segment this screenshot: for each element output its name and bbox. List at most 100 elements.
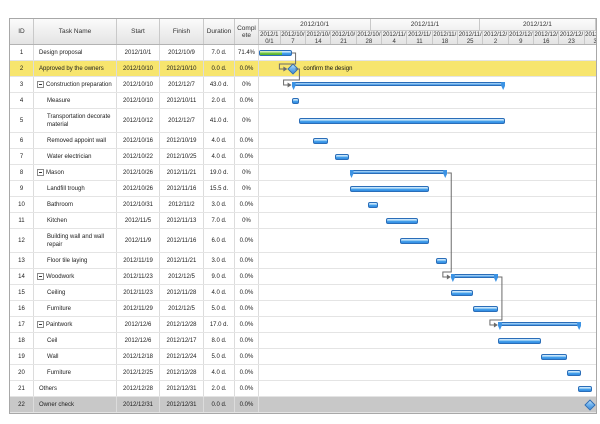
- task-bar[interactable]: [292, 98, 299, 104]
- task-name-cell: Ceiling: [34, 285, 117, 300]
- collapse-icon[interactable]: [37, 273, 44, 280]
- task-complete-cell: 0%: [235, 213, 259, 228]
- task-duration-cell: 7.0 d.: [204, 45, 235, 60]
- task-name-cell: Removed appoint wall: [34, 133, 117, 148]
- task-id-cell: 8: [10, 165, 34, 180]
- task-bar[interactable]: [451, 290, 473, 296]
- task-bar[interactable]: [350, 186, 430, 192]
- timeline-week-cell: 2012/11/25: [458, 31, 483, 44]
- task-row[interactable]: 4Measure2012/10/102012/10/112.0 d.0.0%: [10, 93, 596, 109]
- task-complete-cell: 0.0%: [235, 253, 259, 268]
- task-finish-cell: 2012/12/28: [160, 317, 204, 332]
- task-duration-cell: 5.0 d.: [204, 349, 235, 364]
- task-bar[interactable]: [335, 154, 349, 160]
- task-id-cell: 3: [10, 77, 34, 92]
- task-finish-cell: 2012/11/16: [160, 229, 204, 252]
- task-bar[interactable]: [498, 338, 541, 344]
- task-duration-cell: 2.0 d.: [204, 381, 235, 396]
- task-row[interactable]: 2Approved by the owners2012/10/102012/10…: [10, 61, 596, 77]
- task-row[interactable]: 11Kitchen2012/11/52012/11/137.0 d.0%: [10, 213, 596, 229]
- task-bar[interactable]: [313, 138, 327, 144]
- task-bar[interactable]: [473, 306, 498, 312]
- task-bar[interactable]: [436, 258, 447, 264]
- task-name-cell: Construction preparation: [34, 77, 117, 92]
- task-start-cell: 2012/12/6: [117, 317, 160, 332]
- column-header-complete: Complete: [235, 19, 259, 44]
- task-start-cell: 2012/12/31: [117, 397, 160, 412]
- task-id-cell: 21: [10, 381, 34, 396]
- task-finish-cell: 2012/10/19: [160, 133, 204, 148]
- task-name-label: Landfill trough: [47, 185, 85, 193]
- task-complete-cell: 71.4%: [235, 45, 259, 60]
- chart-row-background: [259, 381, 596, 396]
- task-row[interactable]: 6Removed appoint wall2012/10/162012/10/1…: [10, 133, 596, 149]
- chart-row-background: [259, 133, 596, 148]
- task-complete-cell: 0.0%: [235, 381, 259, 396]
- task-rows: 1Design proposal2012/10/12012/10/97.0 d.…: [10, 45, 596, 413]
- task-bar[interactable]: [400, 238, 429, 244]
- task-finish-cell: 2012/11/21: [160, 165, 204, 180]
- timeline-week-cell: 2012/11/4: [382, 31, 407, 44]
- task-id-cell: 18: [10, 333, 34, 348]
- task-row[interactable]: 20Furniture2012/12/252012/12/284.0 d.0.0…: [10, 365, 596, 381]
- task-row[interactable]: 21Others2012/12/282012/12/312.0 d.0.0%: [10, 381, 596, 397]
- task-row[interactable]: 9Landfill trough2012/10/262012/11/1615.5…: [10, 181, 596, 197]
- timeline-week-cell: 2012/12/30: [585, 31, 596, 44]
- task-duration-cell: 8.0 d.: [204, 333, 235, 348]
- task-finish-cell: 2012/10/25: [160, 149, 204, 164]
- collapse-icon[interactable]: [37, 321, 44, 328]
- task-complete-cell: 0.0%: [235, 397, 259, 412]
- task-bar[interactable]: [386, 218, 419, 224]
- task-start-cell: 2012/11/29: [117, 301, 160, 316]
- task-complete-cell: 0.0%: [235, 285, 259, 300]
- task-complete-cell: 0.0%: [235, 333, 259, 348]
- task-row[interactable]: 16Furniture2012/11/292012/12/55.0 d.0.0%: [10, 301, 596, 317]
- task-name-cell: Measure: [34, 93, 117, 108]
- task-bar[interactable]: [567, 370, 581, 376]
- summary-bar[interactable]: [350, 170, 448, 174]
- task-row[interactable]: 13Floor tile laying2012/11/192012/11/213…: [10, 253, 596, 269]
- summary-bar[interactable]: [498, 322, 581, 326]
- chart-row-background: [259, 61, 596, 76]
- task-row[interactable]: 15Ceiling2012/11/232012/11/284.0 d.0.0%: [10, 285, 596, 301]
- task-bar[interactable]: [368, 202, 379, 208]
- collapse-icon[interactable]: [37, 81, 44, 88]
- task-bar[interactable]: [259, 50, 292, 56]
- task-name-cell: Approved by the owners: [34, 61, 117, 76]
- task-complete-cell: 0.0%: [235, 149, 259, 164]
- task-name-cell: Others: [34, 381, 117, 396]
- task-start-cell: 2012/10/16: [117, 133, 160, 148]
- task-complete-cell: 0.0%: [235, 317, 259, 332]
- column-header-id: ID: [10, 19, 34, 44]
- task-bar[interactable]: [299, 118, 505, 124]
- task-bar[interactable]: [578, 386, 592, 392]
- task-row[interactable]: 1Design proposal2012/10/12012/10/97.0 d.…: [10, 45, 596, 61]
- task-start-cell: 2012/10/31: [117, 197, 160, 212]
- task-name-label: Kitchen: [47, 217, 67, 225]
- task-duration-cell: 4.0 d.: [204, 149, 235, 164]
- summary-bar[interactable]: [292, 82, 506, 86]
- timeline-week-cell: 2012/10/14: [306, 31, 331, 44]
- task-bar[interactable]: [541, 354, 566, 360]
- task-row[interactable]: 8Mason2012/10/262012/11/2119.0 d.0%: [10, 165, 596, 181]
- task-complete-cell: 0.0%: [235, 197, 259, 212]
- summary-bar[interactable]: [451, 274, 498, 278]
- task-duration-cell: 0.0 d.: [204, 397, 235, 412]
- task-row[interactable]: 22Owner check2012/12/312012/12/310.0 d.0…: [10, 397, 596, 413]
- task-row[interactable]: 14Woodwork2012/11/232012/12/59.0 d.0.0%: [10, 269, 596, 285]
- task-complete-cell: 0%: [235, 109, 259, 132]
- task-duration-cell: 3.0 d.: [204, 253, 235, 268]
- task-start-cell: 2012/10/1: [117, 45, 160, 60]
- task-name-cell: Ceil: [34, 333, 117, 348]
- task-duration-cell: 3.0 d.: [204, 197, 235, 212]
- task-id-cell: 16: [10, 301, 34, 316]
- task-complete-cell: 0.0%: [235, 133, 259, 148]
- collapse-icon[interactable]: [37, 169, 44, 176]
- task-row[interactable]: 7Water electrician2012/10/222012/10/254.…: [10, 149, 596, 165]
- timeline-month-cell: 2012/11/1: [371, 19, 480, 30]
- task-name-label: Owner check: [39, 401, 74, 409]
- task-row[interactable]: 10Bathroom2012/10/312012/11/23.0 d.0.0%: [10, 197, 596, 213]
- task-row[interactable]: 19Wall2012/12/182012/12/245.0 d.0.0%: [10, 349, 596, 365]
- task-row[interactable]: 12Building wall and wall repair2012/11/9…: [10, 229, 596, 253]
- chart-row-background: [259, 45, 596, 60]
